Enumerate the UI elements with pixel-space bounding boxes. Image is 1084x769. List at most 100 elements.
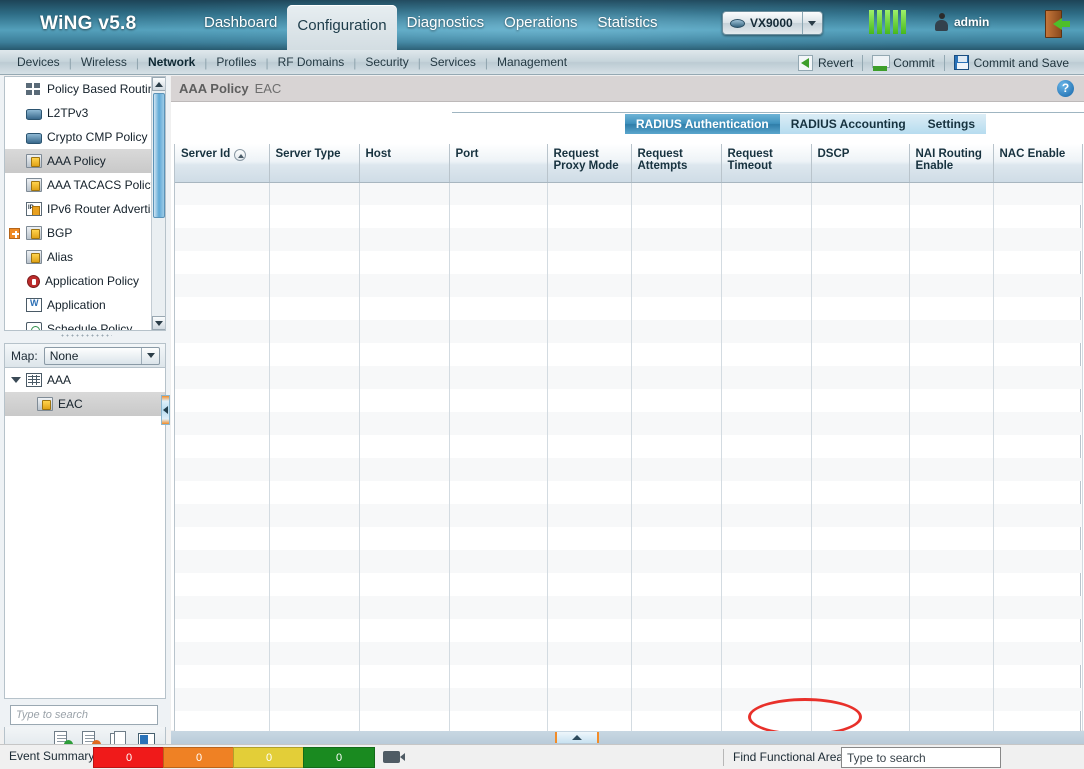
map-select[interactable]: None [43, 346, 160, 365]
subnav-item-services[interactable]: Services [421, 50, 485, 75]
subnav-item-rf-domains[interactable]: RF Domains [269, 50, 354, 75]
table-cell [359, 435, 450, 458]
table-row[interactable] [175, 527, 1083, 550]
help-icon[interactable]: ? [1057, 80, 1074, 97]
bottom-splitter[interactable] [171, 731, 1084, 744]
sidebar-item-aaa-policy[interactable]: AAA Policy [5, 149, 153, 173]
column-header-port[interactable]: Port [449, 144, 548, 183]
column-header-dscp[interactable]: DSCP [811, 144, 910, 183]
splitter-handle[interactable] [555, 732, 599, 743]
table-row[interactable] [175, 435, 1083, 458]
sidebar-item-l2tpv3[interactable]: L2TPv3 [5, 101, 153, 125]
column-header-host[interactable]: Host [359, 144, 450, 183]
config-tree[interactable]: Policy Based Routing L2TPv3 Crypto CMP Pol… [4, 76, 166, 331]
map-tree-item-eac[interactable]: EAC [5, 392, 165, 416]
map-tree-item-aaa[interactable]: AAA [5, 368, 165, 392]
sidebar-item-application-policy[interactable]: Application Policy [5, 269, 153, 293]
column-header-server-type[interactable]: Server Type [269, 144, 360, 183]
user-info[interactable]: admin [935, 13, 989, 31]
event-chip-0[interactable]: 0 [93, 747, 165, 768]
subnav-item-profiles[interactable]: Profiles [207, 50, 265, 75]
event-chip-1[interactable]: 0 [163, 747, 235, 768]
table-cell [449, 573, 548, 596]
sidebar-item-aaa-tacacs-policy[interactable]: AAA TACACS Policy [5, 173, 157, 197]
sidebar-search-input[interactable]: Type to search [10, 705, 158, 725]
find-functional-area-input[interactable]: Type to search [841, 747, 1001, 768]
table-cell [449, 274, 548, 297]
panel-resize-grip[interactable] [60, 333, 112, 338]
device-selector[interactable]: VX9000 [722, 11, 823, 35]
column-header-server-id[interactable]: Server Id [175, 144, 270, 183]
expand-icon[interactable] [9, 227, 20, 239]
table-row[interactable] [175, 665, 1083, 688]
column-header-request-proxy-mode[interactable]: Request Proxy Mode [547, 144, 632, 183]
config-tree-scrollbar[interactable] [151, 77, 165, 330]
subnav-item-wireless[interactable]: Wireless [72, 50, 136, 75]
column-header-label: Request Attempts [637, 148, 688, 172]
subnav-item-devices[interactable]: Devices [8, 50, 69, 75]
column-header-request-timeout[interactable]: Request Timeout [721, 144, 812, 183]
map-select-arrow[interactable] [141, 347, 159, 364]
table-row[interactable] [175, 297, 1083, 320]
revert-button[interactable]: Revert [789, 54, 862, 71]
sidebar-item-policy-based-routing[interactable]: Policy Based Routing [5, 77, 161, 101]
main-nav-item-statistics[interactable]: Statistics [588, 0, 668, 50]
table-cell [993, 504, 1083, 527]
event-chip-3[interactable]: 0 [303, 747, 375, 768]
table-row[interactable] [175, 228, 1083, 251]
triangle-down-icon[interactable] [11, 377, 21, 383]
main-nav-item-dashboard[interactable]: Dashboard [194, 0, 287, 50]
camera-icon[interactable] [383, 751, 405, 763]
scroll-thumb[interactable] [153, 93, 165, 218]
sidebar-item-schedule-policy[interactable]: Schedule Policy [5, 317, 153, 330]
table-row[interactable] [175, 619, 1083, 642]
tab-radius-accounting[interactable]: RADIUS Accounting [779, 113, 917, 134]
scroll-down-button[interactable] [152, 316, 165, 330]
sidebar-item-ipv6-router-advertise[interactable]: IPv6 Router Advertise [5, 197, 163, 221]
table-row[interactable] [175, 343, 1083, 366]
column-header-request-attempts[interactable]: Request Attempts [631, 144, 722, 183]
table-row[interactable] [175, 550, 1083, 573]
subnav-item-network[interactable]: Network [139, 50, 204, 75]
sidebar-item-application[interactable]: Application [5, 293, 153, 317]
column-header-nai-routing-enable[interactable]: NAI Routing Enable [909, 144, 994, 183]
table-row[interactable] [175, 389, 1083, 412]
column-header-nac-enable[interactable]: NAC Enable [993, 144, 1083, 183]
map-tree[interactable]: AAA EAC [4, 367, 166, 699]
radius-authentication-table[interactable]: Server Id Server Type Host Port Request Prox… [174, 144, 1083, 748]
table-row[interactable] [175, 481, 1083, 504]
panel-collapse-left-icon[interactable] [161, 395, 170, 425]
table-row[interactable] [175, 320, 1083, 343]
main-nav-item-diagnostics[interactable]: Diagnostics [397, 0, 495, 50]
table-row[interactable] [175, 688, 1083, 711]
table-row[interactable] [175, 412, 1083, 435]
tab-settings[interactable]: Settings [916, 113, 986, 134]
status-bar: Event Summary 0000 Find Functional Area … [0, 744, 1084, 769]
sidebar-item-alias[interactable]: Alias [5, 245, 153, 269]
device-selector-dropdown[interactable] [801, 12, 822, 34]
table-row[interactable] [175, 504, 1083, 527]
table-row[interactable] [175, 642, 1083, 665]
table-row[interactable] [175, 596, 1083, 619]
table-row[interactable] [175, 458, 1083, 481]
scroll-up-button[interactable] [152, 77, 165, 91]
sidebar-item-bgp[interactable]: BGP [5, 221, 153, 245]
commit-button[interactable]: Commit [863, 54, 943, 71]
table-row[interactable] [175, 182, 1083, 205]
table-row[interactable] [175, 573, 1083, 596]
table-row[interactable] [175, 251, 1083, 274]
subnav-item-security[interactable]: Security [356, 50, 417, 75]
table-row[interactable] [175, 274, 1083, 297]
event-chip-2[interactable]: 0 [233, 747, 305, 768]
table-row[interactable] [175, 366, 1083, 389]
commit-and-save-button[interactable]: Commit and Save [945, 55, 1078, 70]
sort-ascending-icon[interactable] [234, 149, 247, 161]
main-nav-item-operations[interactable]: Operations [494, 0, 587, 50]
subnav-item-management[interactable]: Management [488, 50, 576, 75]
table-row[interactable] [175, 205, 1083, 228]
tab-radius-authentication[interactable]: RADIUS Authentication [624, 113, 780, 134]
table-cell [993, 297, 1083, 320]
logout-door-icon[interactable] [1045, 10, 1071, 38]
main-nav-item-configuration[interactable]: Configuration [287, 5, 397, 50]
sidebar-item-crypto-cmp-policy[interactable]: Crypto CMP Policy [5, 125, 153, 149]
